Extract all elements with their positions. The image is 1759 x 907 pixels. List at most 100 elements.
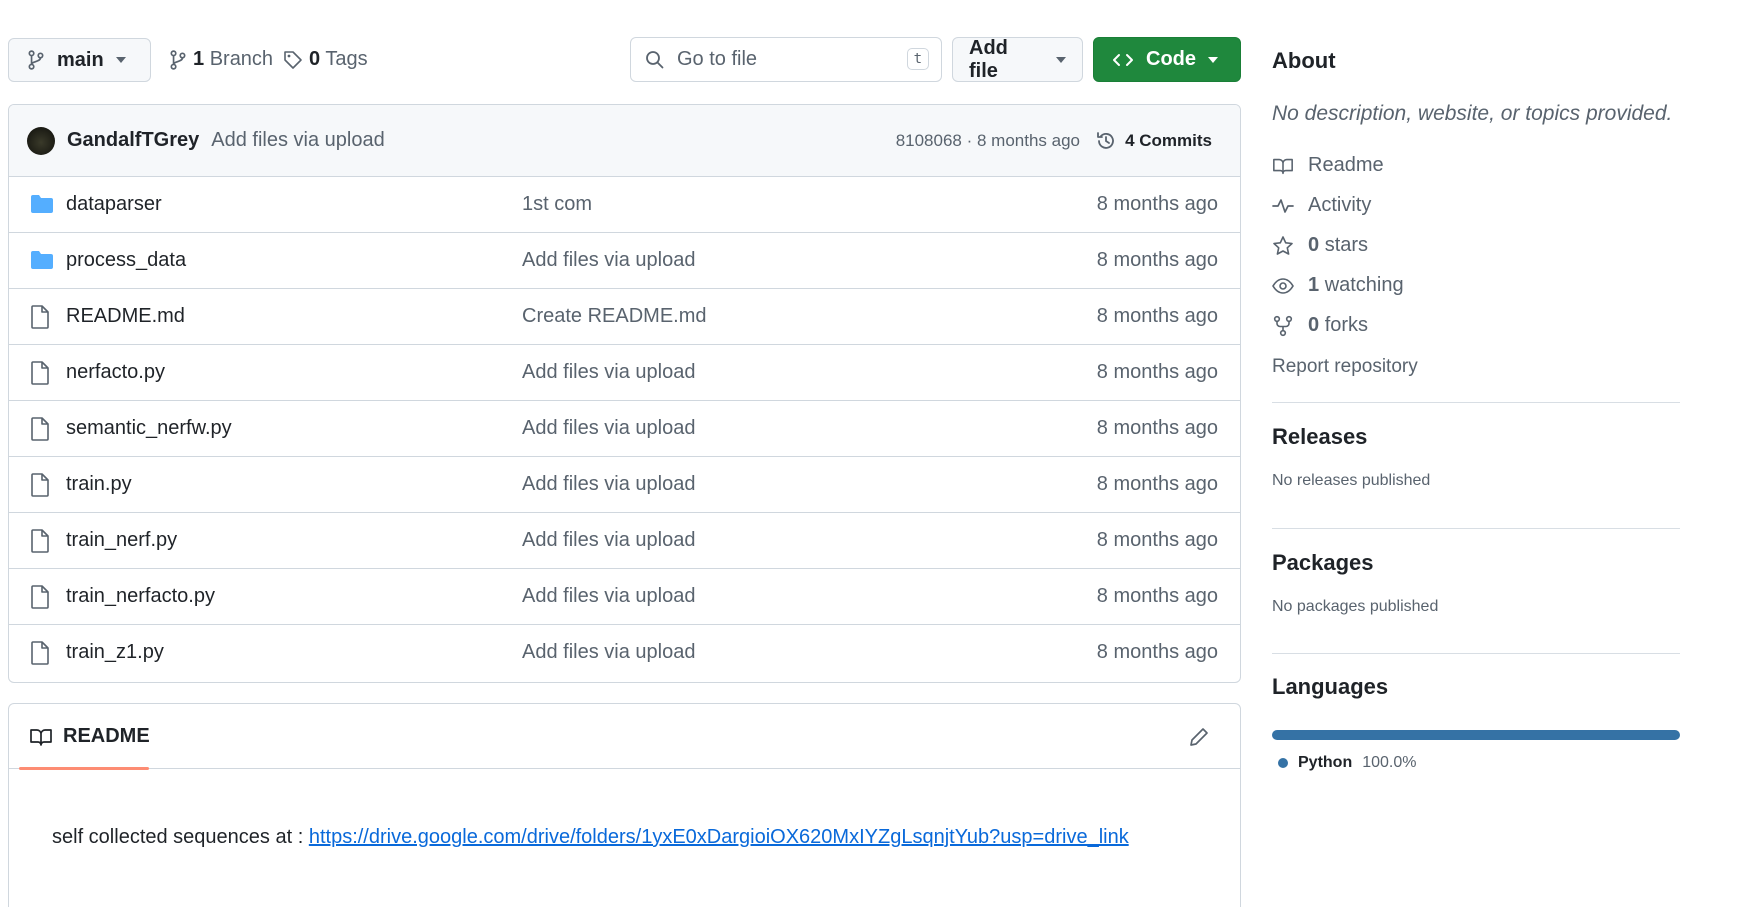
tags-link[interactable]: 0 Tags [283,48,368,71]
branches-link[interactable]: 1 Branch [169,48,273,71]
file-name-link[interactable]: nerfacto.py [66,361,165,384]
table-row: train_z1.py Add files via upload 8 month… [9,625,1240,681]
readme-link[interactable]: Readme [1272,154,1384,177]
commit-message-link[interactable]: Add files via upload [522,641,695,664]
file-name-link[interactable]: process_data [66,249,186,272]
branch-selector-button[interactable]: main [8,38,151,82]
file-name-link[interactable]: train_nerfacto.py [66,585,215,608]
watching-count: 1 [1308,274,1320,296]
commit-message[interactable]: Add files via upload [211,129,384,152]
readme-text: self collected sequences at : [52,826,309,848]
branch-label: Branch [209,48,274,70]
language-name: Python [1298,754,1353,771]
tag-count: 0 [309,48,321,70]
forks-label: forks [1324,314,1369,336]
commit-author[interactable]: GandalfTGrey [67,129,199,152]
file-icon [30,361,50,385]
readme-header: README [9,704,1240,770]
latest-commit-bar: GandalfTGrey Add files via upload 810806… [9,105,1240,177]
file-name-link[interactable]: semantic_nerfw.py [66,417,232,440]
commit-age: 8 months ago [1096,473,1218,495]
branch-count: 1 [193,48,205,70]
chevron-down-icon [1056,56,1066,63]
commits-link[interactable]: 4 Commits [1095,130,1212,152]
file-icon [30,473,50,497]
file-icon [30,641,50,665]
language-bar [1272,730,1680,740]
watchers-link[interactable]: 1 watching [1272,274,1404,297]
commit-message-link[interactable]: Add files via upload [522,473,695,496]
about-description: No description, website, or topics provi… [1272,102,1673,125]
folder-icon [30,249,54,271]
commit-message-link[interactable]: Add files via upload [522,585,695,608]
commit-message-link[interactable]: Add files via upload [522,529,695,552]
go-to-file-input[interactable]: Go to file t [630,37,942,82]
tag-icon [283,50,303,70]
table-row: train_nerf.py Add files via upload 8 mon… [9,513,1240,569]
file-icon [30,305,50,329]
watching-label: watching [1324,274,1404,296]
readme-content: self collected sequences at : https://dr… [9,769,1129,854]
tag-label: Tags [325,48,368,70]
commit-age: 8 months ago [1096,641,1218,663]
fork-icon [1272,315,1294,337]
commit-age: 8 months ago [1096,193,1218,215]
table-row: process_data Add files via upload 8 mont… [9,233,1240,289]
commit-message-link[interactable]: Add files via upload [522,249,695,272]
code-button[interactable]: Code [1093,37,1241,82]
about-heading: About [1272,48,1336,73]
avatar[interactable] [27,126,55,155]
activity-link[interactable]: Activity [1272,194,1371,217]
divider [1272,653,1680,654]
file-name-link[interactable]: train.py [66,473,132,496]
table-row: semantic_nerfw.py Add files via upload 8… [9,401,1240,457]
language-percent: 100.0% [1362,754,1417,771]
readme-tab-label: README [63,725,150,747]
star-icon [1272,235,1294,257]
table-row: README.md Create README.md 8 months ago [9,289,1240,345]
stars-count: 0 [1308,234,1320,256]
commit-meta[interactable]: 8108068 · 8 months ago [896,131,1080,151]
commit-age: 8 months ago [1096,529,1218,551]
commit-age: 8 months ago [1096,361,1218,383]
file-name-link[interactable]: dataparser [66,193,162,216]
stars-label: stars [1324,234,1369,256]
drive-link[interactable]: https://drive.google.com/drive/folders/1… [309,826,1129,848]
table-row: nerfacto.py Add files via upload 8 month… [9,345,1240,401]
commit-message-link[interactable]: Create README.md [522,305,707,328]
file-icon [30,417,50,441]
file-name-link[interactable]: train_nerf.py [66,529,177,552]
divider [1272,402,1680,403]
divider [1272,528,1680,529]
book-icon [29,727,53,747]
commit-age: 8 months ago [1096,249,1218,271]
add-file-button[interactable]: Add file [952,37,1083,82]
commit-age: 8 months ago [1096,305,1218,327]
commit-message-link[interactable]: Add files via upload [522,417,695,440]
tab-readme[interactable]: README [19,704,150,770]
releases-heading[interactable]: Releases [1272,424,1367,450]
stars-link[interactable]: 0 stars [1272,234,1368,257]
chevron-down-icon [115,57,126,63]
packages-text: No packages published [1272,598,1439,615]
activity-label: Activity [1308,194,1372,216]
file-name-link[interactable]: train_z1.py [66,641,164,664]
pencil-icon[interactable] [1188,726,1210,748]
file-list: GandalfTGrey Add files via upload 810806… [8,104,1241,683]
report-repository-link[interactable]: Report repository [1272,356,1418,378]
table-row: train_nerfacto.py Add files via upload 8… [9,569,1240,625]
code-icon [1112,51,1134,69]
commits-label: 4 Commits [1125,130,1212,150]
forks-count: 0 [1308,314,1320,336]
code-label: Code [1146,48,1196,70]
language-item[interactable]: Python 100.0% [1278,754,1416,772]
readme-panel: README self collected sequences at : htt… [8,703,1241,907]
releases-text: No releases published [1272,472,1431,489]
commit-message-link[interactable]: 1st com [522,193,592,216]
chevron-down-icon [1208,56,1218,63]
forks-link[interactable]: 0 forks [1272,314,1368,337]
packages-heading[interactable]: Packages [1272,550,1374,576]
commit-message-link[interactable]: Add files via upload [522,361,695,384]
file-name-link[interactable]: README.md [66,305,185,328]
keyboard-shortcut-hint: t [906,48,929,70]
